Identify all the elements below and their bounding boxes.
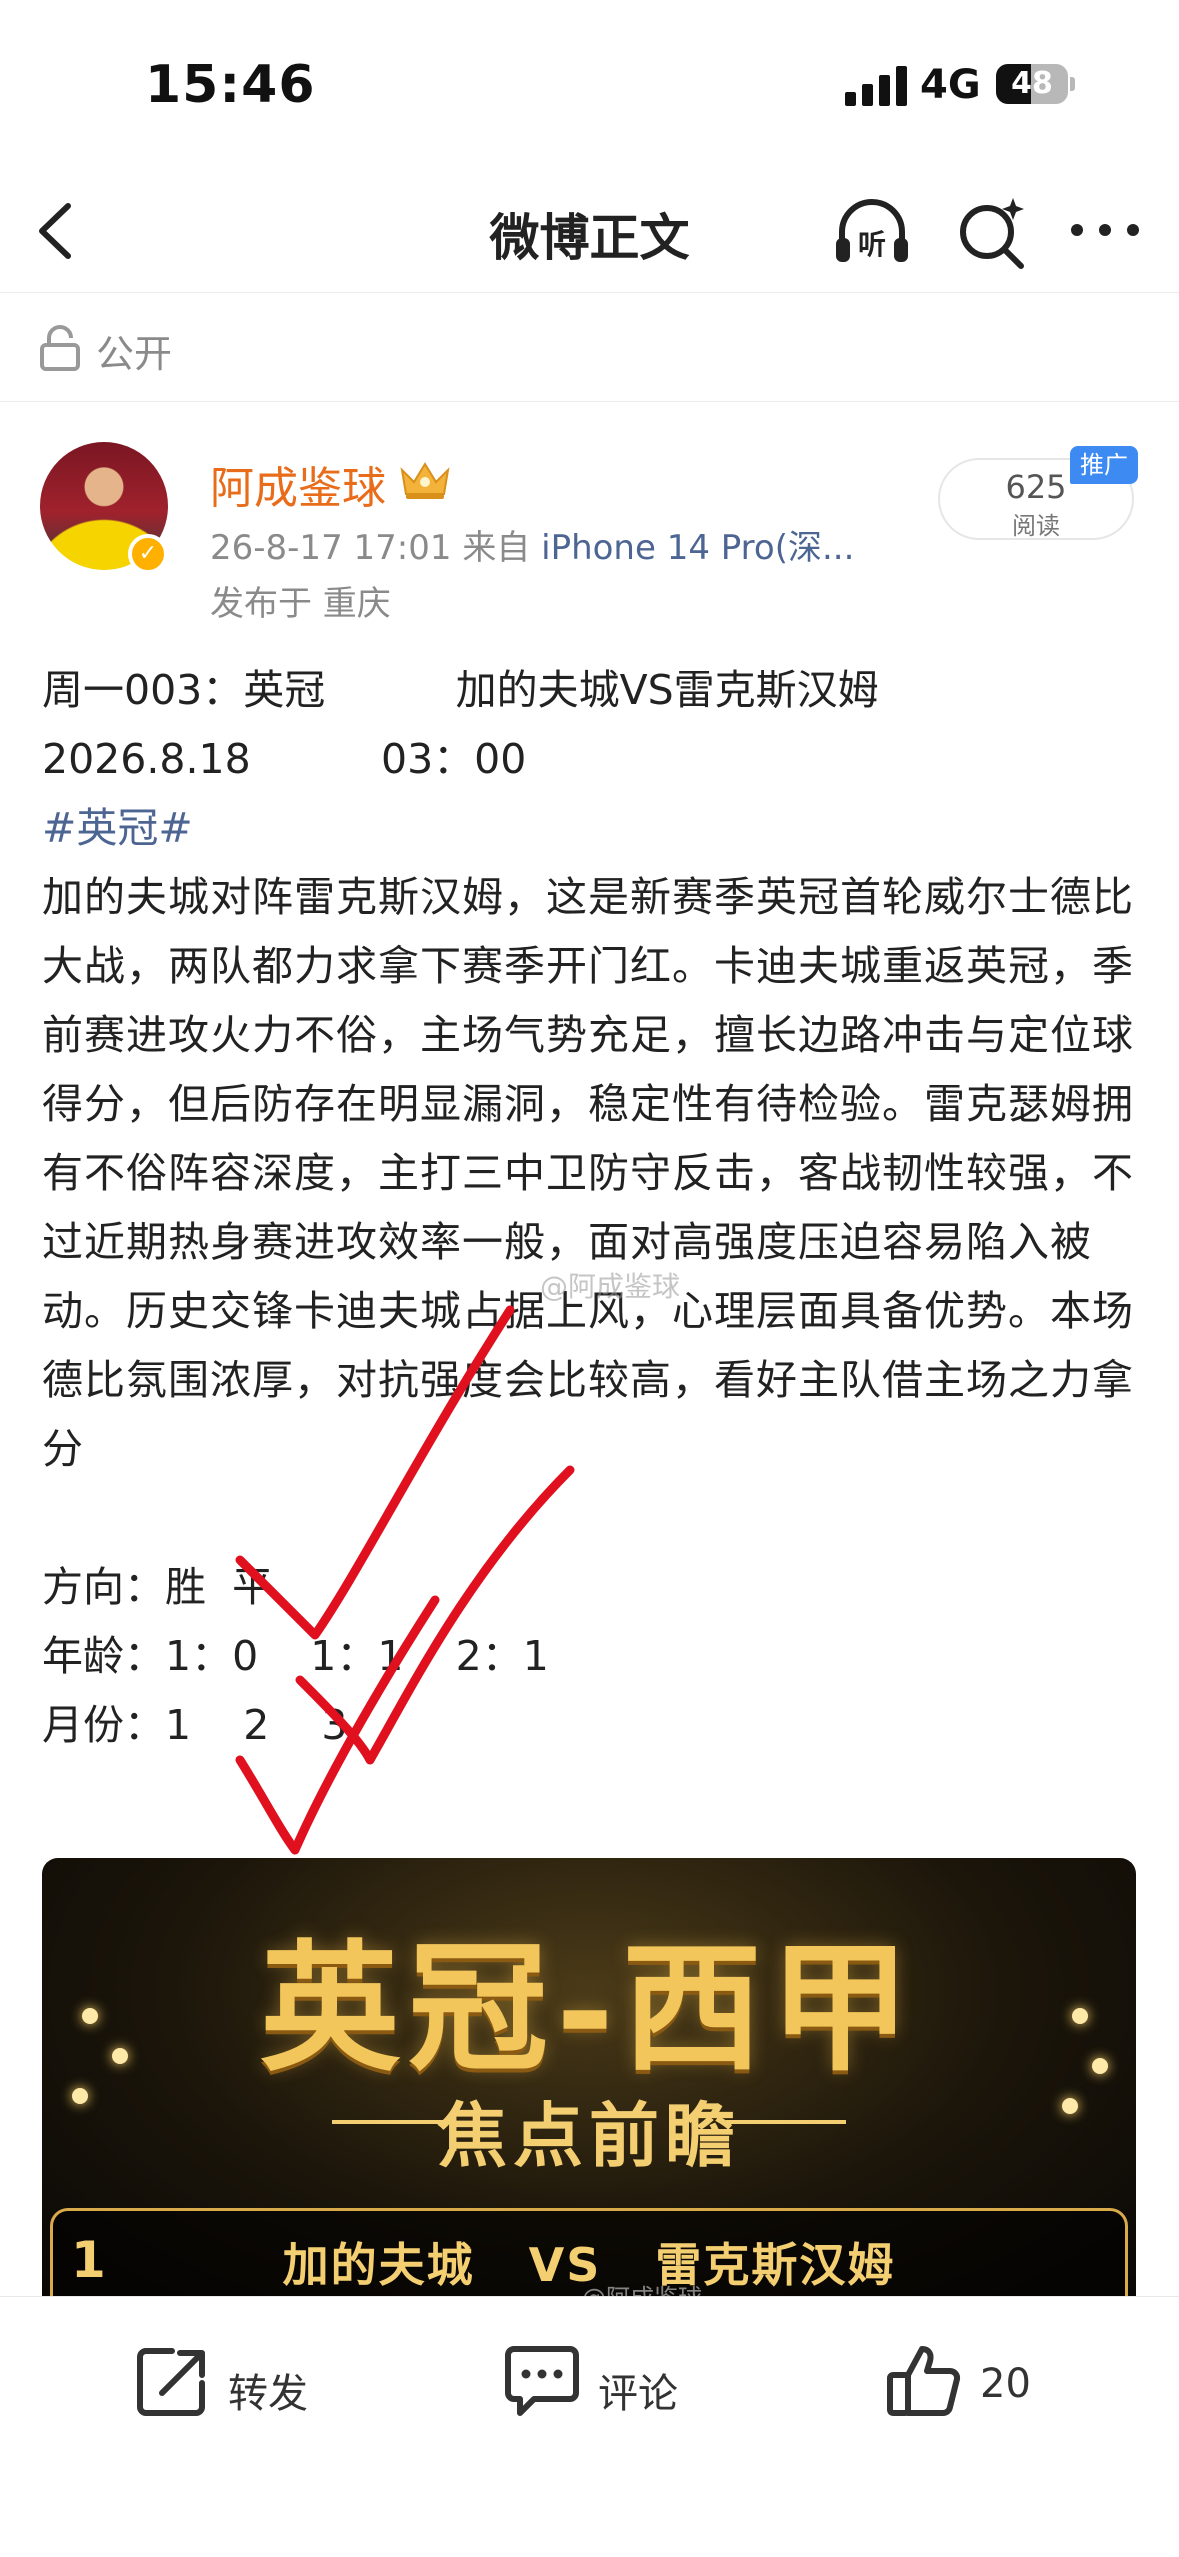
pick-month: 月份：1 2 3	[42, 1701, 348, 1749]
hashtag-link[interactable]: #英冠#	[42, 794, 1142, 863]
battery-level: 48	[1011, 66, 1053, 101]
image-watermark: @阿成鉴球	[582, 2284, 702, 2298]
repost-label: 转发	[228, 2371, 308, 2417]
status-time: 15:46	[145, 55, 316, 115]
post-paragraph: 加的夫城对阵雷克斯汉姆，这是新赛季英冠首轮威尔士德比大战，两队都力求拿下赛季开门…	[42, 873, 1134, 1473]
match-datetime: 2026.8.18 03：00	[42, 735, 527, 783]
image-subtitle: 焦点前瞻	[437, 2095, 741, 2177]
comment-label: 评论	[598, 2371, 678, 2417]
network-type: 4G	[920, 62, 981, 108]
visibility-label: 公开	[96, 332, 173, 376]
signal-icon	[845, 66, 907, 106]
post-location: 发布于 重庆	[210, 584, 391, 624]
like-count: 20	[980, 2361, 1031, 2407]
more-icon[interactable]	[1065, 200, 1145, 260]
nav-bar: 微博正文 听	[0, 170, 1179, 293]
post-time: 26-8-17 17:01	[210, 528, 452, 568]
post-body: 周一003：英冠 加的夫城VS雷克斯汉姆 2026.8.18 03：00 #英冠…	[42, 656, 1142, 1760]
post-from: 来自	[462, 528, 531, 568]
pick-direction: 方向：胜 平	[42, 1563, 274, 1611]
listen-glyph: 听	[858, 228, 886, 261]
visibility-row: 公开	[0, 293, 1179, 402]
battery-icon: 48	[996, 64, 1076, 104]
verified-badge-icon: ✓	[128, 534, 168, 574]
lock-icon	[40, 325, 80, 371]
match-header: 周一003：英冠 加的夫城VS雷克斯汉姆	[42, 666, 879, 714]
status-bar: 15:46 4G 48	[0, 0, 1179, 170]
repost-icon	[137, 2348, 205, 2416]
bottom-action-bar: 转发 评论 20	[0, 2296, 1179, 2557]
post-source[interactable]: iPhone 14 Pro(深...	[541, 528, 854, 568]
repost-button[interactable]: 转发	[132, 2341, 332, 2431]
post-meta: 26-8-17 17:01 来自 iPhone 14 Pro(深...	[210, 520, 854, 569]
comment-icon	[505, 2346, 579, 2416]
comment-button[interactable]: 评论	[502, 2341, 702, 2431]
views-label: 阅读	[1012, 512, 1060, 540]
like-button[interactable]: 20	[884, 2341, 1064, 2431]
text-watermark: @阿成鉴球	[540, 1270, 681, 1303]
post-image[interactable]: 英冠-西甲 焦点前瞻 1 加的夫城 VS 雷克斯汉姆 @阿成鉴球	[42, 1858, 1136, 2298]
listen-icon[interactable]: 听	[832, 194, 912, 270]
crown-icon[interactable]	[396, 456, 454, 502]
pick-age: 年龄：1：0 1：1 2：1	[42, 1632, 549, 1680]
image-title: 英冠-西甲	[259, 1927, 919, 2091]
search-sparkle-icon[interactable]	[955, 194, 1031, 270]
promo-badge: 推广	[1070, 446, 1138, 484]
thumbs-up-icon	[887, 2346, 961, 2416]
author-name[interactable]: 阿成鉴球	[210, 452, 386, 516]
